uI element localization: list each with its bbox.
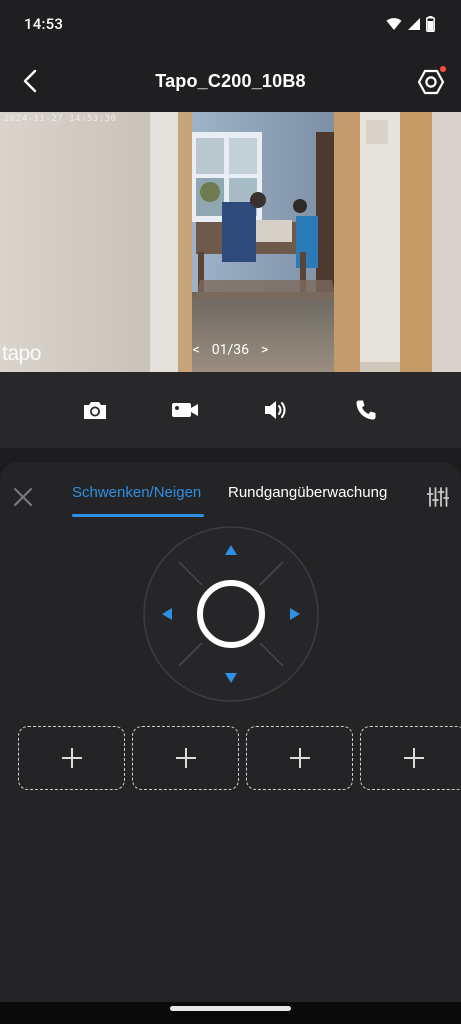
pager-prev-button[interactable]: < xyxy=(193,342,200,358)
device-settings-button[interactable] xyxy=(413,64,449,100)
video-record-icon xyxy=(172,403,199,417)
wifi-icon xyxy=(386,18,402,30)
plus-icon xyxy=(61,748,82,768)
speaker-icon xyxy=(264,401,286,419)
tab-patrol[interactable]: Rundgangüberwachung xyxy=(228,484,387,501)
adjust-button[interactable] xyxy=(425,484,451,510)
status-icons xyxy=(386,15,435,33)
close-icon xyxy=(14,488,32,506)
add-preset-button[interactable] xyxy=(360,726,461,790)
snapshot-button[interactable] xyxy=(75,390,115,430)
battery-icon xyxy=(426,16,435,32)
pan-tilt-joystick[interactable] xyxy=(142,525,320,703)
close-panel-button[interactable] xyxy=(10,484,36,510)
system-nav-bar xyxy=(0,1002,461,1024)
status-time: 14:53 xyxy=(24,15,64,33)
active-tab-indicator xyxy=(72,514,204,517)
camera-live-view[interactable]: 2024-11-27 14:53:30 tapo < 01/36 > xyxy=(0,112,461,372)
talk-button[interactable] xyxy=(346,390,386,430)
camera-icon xyxy=(84,402,107,419)
home-indicator[interactable] xyxy=(170,1006,291,1011)
pan-left-arrow-icon[interactable] xyxy=(148,594,188,634)
settings-hexagon-icon xyxy=(417,69,445,95)
record-button[interactable] xyxy=(165,390,205,430)
camera-scene xyxy=(0,112,461,372)
phone-icon xyxy=(356,400,376,420)
pager-next-button[interactable]: > xyxy=(261,342,268,358)
status-bar: 14:53 xyxy=(0,0,461,50)
ptz-panel: Schwenken/Neigen Rundgangüberwachung xyxy=(0,462,461,1002)
add-preset-button[interactable] xyxy=(246,726,353,790)
tilt-down-arrow-icon[interactable] xyxy=(211,657,251,697)
notification-dot xyxy=(440,66,446,72)
sliders-icon xyxy=(427,487,449,507)
plus-icon xyxy=(403,748,424,768)
video-pager: < 01/36 > xyxy=(0,342,461,358)
cell-signal-icon xyxy=(408,18,420,30)
live-view-toolbar xyxy=(0,372,461,448)
add-preset-button[interactable] xyxy=(18,726,125,790)
tilt-up-arrow-icon[interactable] xyxy=(211,531,251,571)
add-preset-button[interactable] xyxy=(132,726,239,790)
plus-icon xyxy=(289,748,310,768)
app-bar: Tapo_C200_10B8 xyxy=(0,50,461,112)
page-title: Tapo_C200_10B8 xyxy=(155,71,306,91)
pager-indicator: 01/36 xyxy=(211,342,250,358)
tab-pan-tilt[interactable]: Schwenken/Neigen xyxy=(72,484,201,501)
pan-right-arrow-icon[interactable] xyxy=(274,594,314,634)
video-timestamp: 2024-11-27 14:53:30 xyxy=(4,114,117,124)
audio-button[interactable] xyxy=(256,390,296,430)
plus-icon xyxy=(175,748,196,768)
preset-list xyxy=(18,726,461,790)
